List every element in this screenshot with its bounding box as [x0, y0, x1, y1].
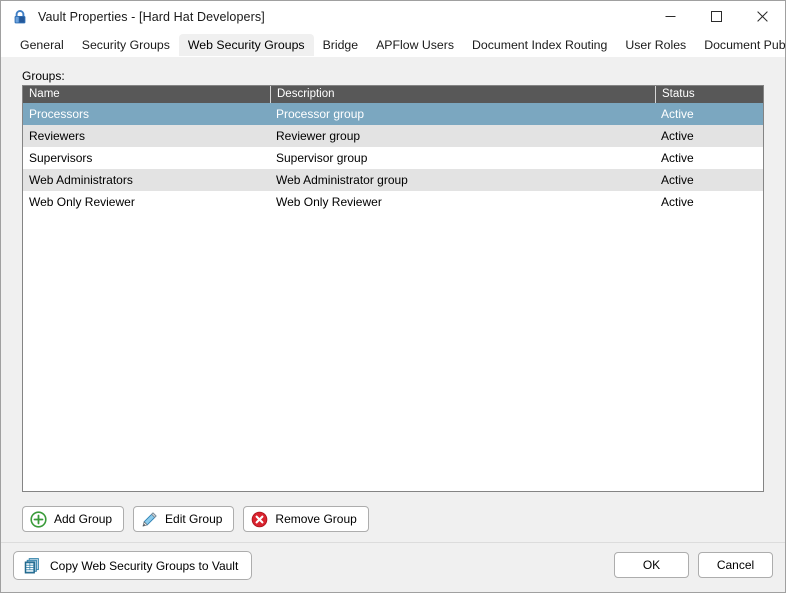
- cell-name: Reviewers: [29, 129, 86, 143]
- tab-apflow-users[interactable]: APFlow Users: [367, 34, 463, 57]
- cell-description: Web Administrator group: [276, 173, 408, 187]
- cell-name: Supervisors: [29, 151, 93, 165]
- window-title: Vault Properties - [Hard Hat Developers]: [38, 9, 265, 24]
- cancel-button[interactable]: Cancel: [698, 552, 773, 578]
- column-header-description[interactable]: Description: [270, 86, 655, 103]
- tab-bridge[interactable]: Bridge: [314, 34, 368, 57]
- cell-description: Web Only Reviewer: [276, 195, 382, 209]
- add-group-label: Add Group: [54, 512, 113, 526]
- cell-description: Reviewer group: [276, 129, 361, 143]
- table-row[interactable]: Web Only Reviewer Web Only Reviewer Acti…: [23, 191, 763, 213]
- window-controls: [647, 1, 785, 32]
- column-header-status[interactable]: Status: [655, 86, 763, 103]
- dialog-footer: Copy Web Security Groups to Vault OK Can…: [1, 542, 785, 592]
- group-actions-toolbar: Add Group Edit Group Remove Group: [22, 506, 369, 532]
- cell-name: Web Administrators: [29, 173, 133, 187]
- add-circle-icon: [30, 510, 47, 528]
- lock-icon: [12, 9, 28, 25]
- column-header-name[interactable]: Name: [23, 86, 270, 103]
- tab-web-security-groups[interactable]: Web Security Groups: [178, 34, 314, 57]
- delete-circle-icon: [251, 511, 268, 528]
- maximize-icon[interactable]: [693, 1, 739, 32]
- pencil-icon: [141, 511, 158, 528]
- table-row[interactable]: Reviewers Reviewer group Active: [23, 125, 763, 147]
- cell-status: Active: [661, 195, 694, 209]
- table-row[interactable]: Processors Processor group Active: [23, 103, 763, 125]
- tab-general[interactable]: General: [11, 34, 73, 57]
- cell-status: Active: [661, 129, 694, 143]
- cell-name: Web Only Reviewer: [29, 195, 135, 209]
- groups-list[interactable]: Name Description Status Processors Proce…: [22, 85, 764, 492]
- remove-group-label: Remove Group: [275, 512, 357, 526]
- remove-group-button[interactable]: Remove Group: [243, 506, 369, 532]
- ok-button[interactable]: OK: [614, 552, 689, 578]
- vault-properties-dialog: Vault Properties - [Hard Hat Developers]…: [0, 0, 786, 593]
- table-row[interactable]: Supervisors Supervisor group Active: [23, 147, 763, 169]
- edit-group-button[interactable]: Edit Group: [133, 506, 235, 532]
- title-bar: Vault Properties - [Hard Hat Developers]: [1, 1, 785, 32]
- cell-description: Supervisor group: [276, 151, 368, 165]
- table-row[interactable]: Web Administrators Web Administrator gro…: [23, 169, 763, 191]
- copy-web-security-groups-to-vault-button[interactable]: Copy Web Security Groups to Vault: [13, 551, 253, 580]
- cell-description: Processor group: [276, 107, 365, 121]
- tab-security-groups[interactable]: Security Groups: [73, 34, 179, 57]
- tab-document-index-routing[interactable]: Document Index Routing: [463, 34, 616, 57]
- tab-document-publishing[interactable]: Document Publishing: [695, 34, 786, 57]
- tab-user-roles[interactable]: User Roles: [616, 34, 695, 57]
- tab-strip: General Security Groups Web Security Gro…: [1, 32, 786, 57]
- cell-status: Active: [661, 107, 694, 121]
- close-icon[interactable]: [739, 1, 785, 32]
- tab-content-web-security-groups: Groups: Name Description Status Processo…: [1, 57, 785, 542]
- cell-status: Active: [661, 173, 694, 187]
- edit-group-label: Edit Group: [165, 512, 223, 526]
- add-group-button[interactable]: Add Group: [22, 506, 125, 532]
- list-header-row: Name Description Status: [23, 86, 763, 103]
- groups-label: Groups:: [22, 69, 65, 83]
- copy-documents-icon: [23, 557, 41, 575]
- cell-status: Active: [661, 151, 694, 165]
- copy-button-label: Copy Web Security Groups to Vault: [50, 558, 239, 573]
- cell-name: Processors: [29, 107, 90, 121]
- minimize-icon[interactable]: [647, 1, 693, 32]
